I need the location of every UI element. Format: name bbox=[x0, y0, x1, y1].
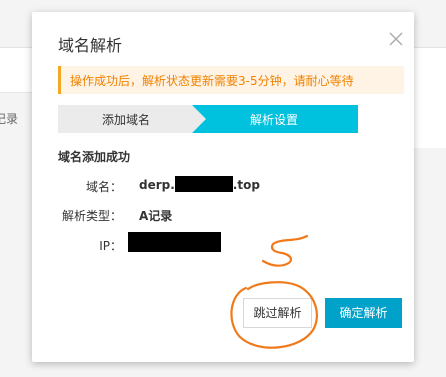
step-progress: 添加域名 解析设置 bbox=[58, 105, 358, 133]
background-list-row: 记录 bbox=[0, 48, 32, 126]
notice-text: 操作成功后，解析状态更新需要3-5分钟，请耐心等待 bbox=[70, 74, 354, 88]
record-type-value: A记录 bbox=[139, 209, 173, 223]
background-right-panel bbox=[414, 48, 446, 148]
confirm-resolve-button[interactable]: 确定解析 bbox=[325, 298, 402, 328]
redacted-domain bbox=[174, 176, 233, 192]
step-add-domain: 添加域名 bbox=[102, 113, 151, 127]
domain-value: derp. .top bbox=[139, 176, 260, 192]
success-heading: 域名添加成功 bbox=[58, 150, 131, 164]
background-row-text: 记录 bbox=[0, 112, 19, 126]
step-resolve-settings: 解析设置 bbox=[250, 113, 299, 127]
domain-prefix: derp. bbox=[139, 178, 175, 192]
dialog-title: 域名解析 bbox=[58, 36, 123, 55]
skip-resolve-button[interactable]: 跳过解析 bbox=[243, 298, 312, 328]
domain-suffix: .top bbox=[232, 178, 260, 192]
notice-banner: 操作成功后，解析状态更新需要3-5分钟，请耐心等待 bbox=[58, 66, 404, 94]
redacted-ip bbox=[128, 232, 221, 252]
domain-label: 域名： bbox=[85, 180, 122, 194]
domain-resolve-dialog: 域名解析 操作成功后，解析状态更新需要3-5分钟，请耐心等待 添加域名 解析设置… bbox=[32, 12, 414, 362]
record-type-label: 解析类型： bbox=[61, 209, 122, 223]
ip-label: IP： bbox=[99, 239, 122, 253]
close-icon[interactable] bbox=[387, 30, 405, 48]
